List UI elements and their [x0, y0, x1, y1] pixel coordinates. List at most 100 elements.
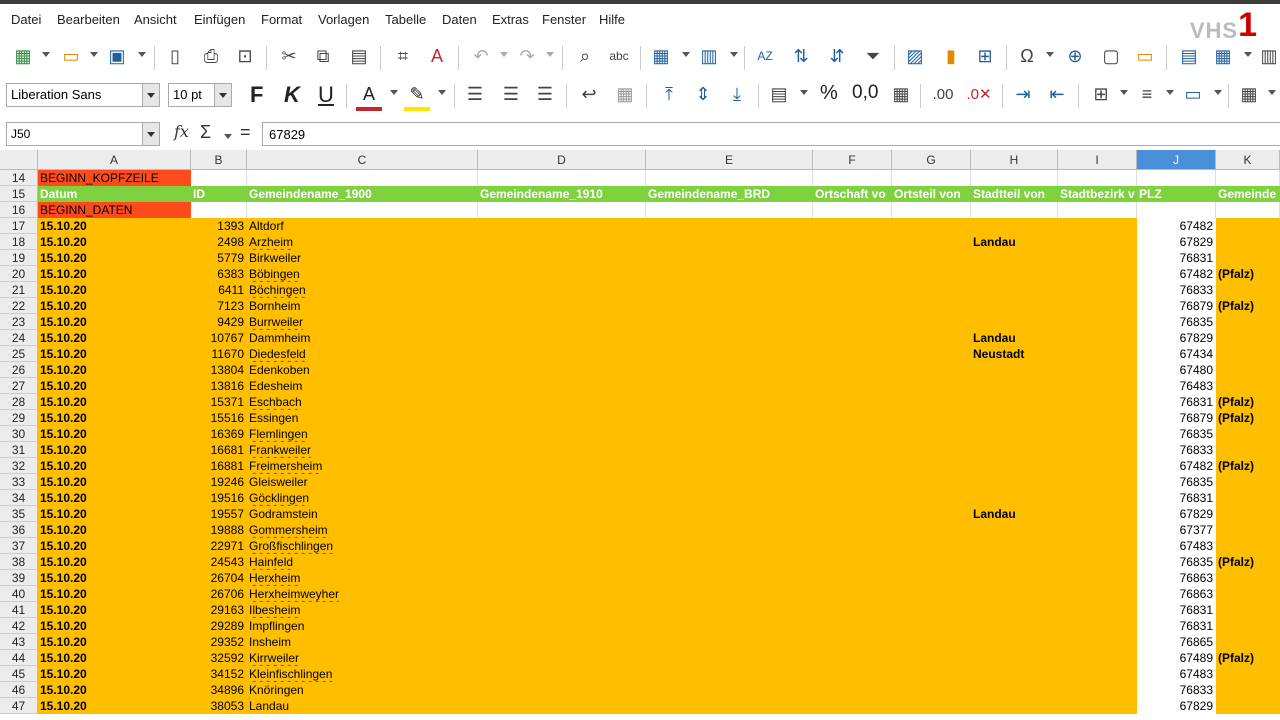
cell-k16[interactable] — [1216, 202, 1280, 218]
cell-k32[interactable]: (Pfalz) — [1216, 458, 1280, 474]
menu-bearbeiten[interactable]: Bearbeiten — [57, 12, 120, 27]
cell-h39[interactable] — [971, 570, 1058, 586]
new-document-icon[interactable]: ▦ — [10, 43, 36, 69]
column-header-c[interactable]: C — [247, 150, 478, 170]
row-header[interactable]: 43 — [0, 634, 38, 650]
align-middle-icon[interactable]: ⇕ — [690, 81, 716, 107]
cell-i25[interactable] — [1058, 346, 1137, 362]
cell-b20[interactable]: 6383 — [191, 266, 247, 282]
row-header[interactable]: 30 — [0, 426, 38, 442]
cell-k21[interactable] — [1216, 282, 1280, 298]
cell-f14[interactable] — [813, 170, 892, 186]
cell-f44[interactable] — [813, 650, 892, 666]
cell-h32[interactable] — [971, 458, 1058, 474]
decrease-indent-icon[interactable]: ⇤ — [1044, 81, 1070, 107]
cell-g45[interactable] — [892, 666, 971, 682]
cell-d35[interactable] — [478, 506, 646, 522]
cell-i44[interactable] — [1058, 650, 1137, 666]
cell-i28[interactable] — [1058, 394, 1137, 410]
align-right-icon[interactable]: ☰ — [532, 81, 558, 107]
cell-b15[interactable]: ID — [191, 186, 247, 202]
cell-j17[interactable]: 67482 — [1137, 218, 1216, 234]
cell-i36[interactable] — [1058, 522, 1137, 538]
align-top-icon[interactable]: ⤒ — [656, 81, 682, 107]
cell-g39[interactable] — [892, 570, 971, 586]
hyperlink-icon[interactable]: ⊕ — [1062, 43, 1088, 69]
column-header-a[interactable]: A — [38, 150, 191, 170]
cell-f27[interactable] — [813, 378, 892, 394]
row-header[interactable]: 37 — [0, 538, 38, 554]
row-header[interactable]: 26 — [0, 362, 38, 378]
clear-formatting-icon[interactable]: A — [424, 43, 450, 69]
cell-e34[interactable] — [646, 490, 813, 506]
row-header[interactable]: 31 — [0, 442, 38, 458]
cell-k37[interactable] — [1216, 538, 1280, 554]
cell-k35[interactable] — [1216, 506, 1280, 522]
cell-c37[interactable]: Großfischlingen — [247, 538, 478, 554]
highlight-color-icon[interactable]: ✎ — [404, 81, 430, 111]
cell-d23[interactable] — [478, 314, 646, 330]
row-header[interactable]: 32 — [0, 458, 38, 474]
column-icon[interactable]: ▥ — [696, 43, 722, 69]
cell-j40[interactable]: 76863 — [1137, 586, 1216, 602]
cell-d39[interactable] — [478, 570, 646, 586]
cell-b14[interactable] — [191, 170, 247, 186]
cell-g35[interactable] — [892, 506, 971, 522]
column-header-b[interactable]: B — [191, 150, 247, 170]
cell-i45[interactable] — [1058, 666, 1137, 682]
cell-e47[interactable] — [646, 698, 813, 714]
cell-g19[interactable] — [892, 250, 971, 266]
cell-d40[interactable] — [478, 586, 646, 602]
cell-e37[interactable] — [646, 538, 813, 554]
column-header-h[interactable]: H — [971, 150, 1058, 170]
cell-a25[interactable]: 15.10.20 — [38, 346, 191, 362]
cell-a28[interactable]: 15.10.20 — [38, 394, 191, 410]
cell-i33[interactable] — [1058, 474, 1137, 490]
cell-f28[interactable] — [813, 394, 892, 410]
font-size-box[interactable]: 10 pt — [168, 83, 232, 107]
cell-h26[interactable] — [971, 362, 1058, 378]
cell-h23[interactable] — [971, 314, 1058, 330]
cell-i21[interactable] — [1058, 282, 1137, 298]
cell-a20[interactable]: 15.10.20 — [38, 266, 191, 282]
add-decimal-icon[interactable]: .00 — [930, 81, 956, 107]
cell-c39[interactable]: Herxheim — [247, 570, 478, 586]
row-header[interactable]: 34 — [0, 490, 38, 506]
cell-a16[interactable]: BEGINN_DATEN — [38, 202, 191, 218]
cell-g38[interactable] — [892, 554, 971, 570]
formula-equals-icon[interactable]: = — [240, 122, 251, 143]
cell-g41[interactable] — [892, 602, 971, 618]
cell-b31[interactable]: 16681 — [191, 442, 247, 458]
cell-h43[interactable] — [971, 634, 1058, 650]
row-header[interactable]: 29 — [0, 410, 38, 426]
select-all-corner[interactable] — [0, 150, 38, 170]
cell-k47[interactable] — [1216, 698, 1280, 714]
cell-g21[interactable] — [892, 282, 971, 298]
cell-k30[interactable] — [1216, 426, 1280, 442]
cell-h42[interactable] — [971, 618, 1058, 634]
cell-d47[interactable] — [478, 698, 646, 714]
menu-tabelle[interactable]: Tabelle — [385, 12, 426, 27]
cell-k39[interactable] — [1216, 570, 1280, 586]
cell-b37[interactable]: 22971 — [191, 538, 247, 554]
cell-f26[interactable] — [813, 362, 892, 378]
cell-e25[interactable] — [646, 346, 813, 362]
cell-j45[interactable]: 67483 — [1137, 666, 1216, 682]
cell-d24[interactable] — [478, 330, 646, 346]
cell-b26[interactable]: 13804 — [191, 362, 247, 378]
cell-d46[interactable] — [478, 682, 646, 698]
cell-d32[interactable] — [478, 458, 646, 474]
function-wizard-icon[interactable]: fx — [174, 122, 189, 141]
cell-j42[interactable]: 76831 — [1137, 618, 1216, 634]
row-header[interactable]: 36 — [0, 522, 38, 538]
cell-g40[interactable] — [892, 586, 971, 602]
row-header[interactable]: 45 — [0, 666, 38, 682]
cell-b16[interactable] — [191, 202, 247, 218]
cell-e33[interactable] — [646, 474, 813, 490]
cell-g31[interactable] — [892, 442, 971, 458]
cell-i39[interactable] — [1058, 570, 1137, 586]
cell-d20[interactable] — [478, 266, 646, 282]
cell-f46[interactable] — [813, 682, 892, 698]
cell-b32[interactable]: 16881 — [191, 458, 247, 474]
cell-f32[interactable] — [813, 458, 892, 474]
